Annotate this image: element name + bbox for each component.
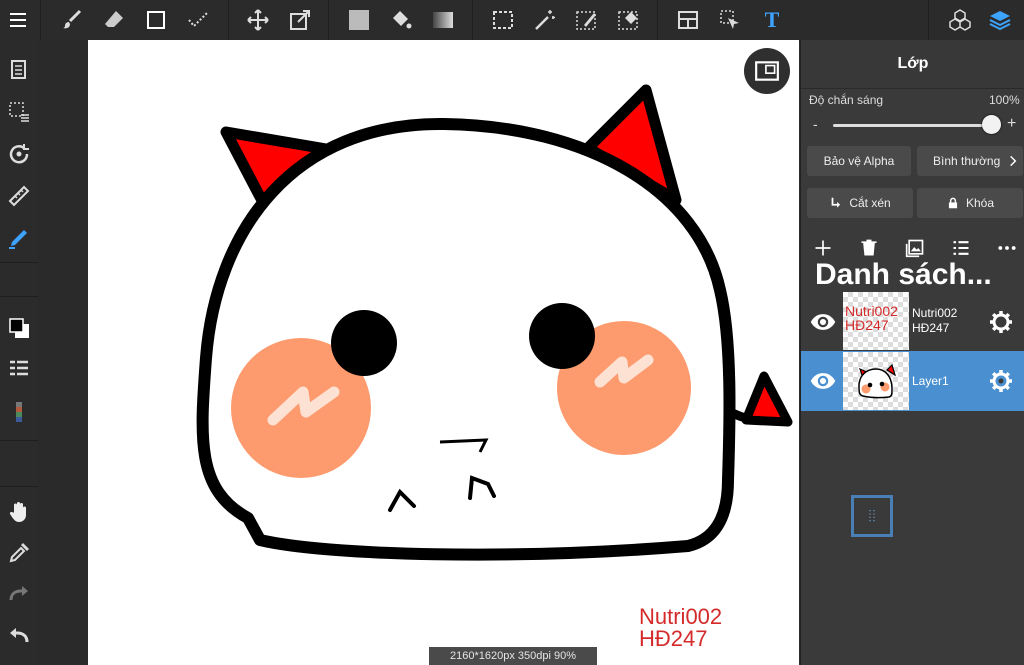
rectangle-select-icon[interactable] (487, 4, 519, 36)
opacity-value: 100% (989, 93, 1020, 107)
layer-list-icon[interactable] (3, 353, 35, 385)
clip-arrow-icon (831, 197, 841, 208)
layer-thumbnail (843, 352, 909, 410)
left-divider (0, 440, 38, 441)
gradient-icon[interactable] (427, 4, 459, 36)
left-divider (0, 486, 38, 487)
paint-bucket-icon[interactable] (385, 4, 417, 36)
devil-mascot-artwork (196, 84, 793, 561)
opacity-decrease-button[interactable]: - (813, 116, 818, 132)
panel-title: Lớp (801, 40, 1024, 89)
mascot-thumbnail (858, 363, 897, 399)
chevron-right-icon (1010, 155, 1017, 167)
blend-mode-label: Bình thường (933, 154, 1001, 168)
operation-cursor-icon[interactable] (714, 4, 746, 36)
trash-icon[interactable] (857, 236, 881, 260)
layer-name: Nutri002 HĐ247 (912, 306, 958, 335)
dotted-line-icon[interactable] (182, 4, 214, 36)
select-eraser-icon[interactable] (613, 4, 645, 36)
eraser-icon[interactable] (98, 4, 130, 36)
watermark-signature: Nutri002 HĐ247 (639, 604, 723, 651)
fill-square-icon[interactable] (343, 4, 375, 36)
tail-tip (741, 371, 793, 427)
palette-icon[interactable] (3, 396, 35, 428)
right-eye (529, 303, 595, 369)
more-options-icon[interactable] (995, 236, 1019, 260)
canvas-status-bar: 2160*1620px 350dpi 90% (429, 647, 597, 665)
left-divider (0, 296, 38, 297)
toolbar-divider (472, 0, 473, 40)
left-toolbar (0, 40, 38, 665)
empty-layer-slot[interactable] (851, 495, 893, 537)
lock-icon (948, 197, 958, 209)
list-icon[interactable] (949, 236, 973, 260)
opacity-label: Độ chắn sáng (809, 93, 884, 107)
opacity-slider-handle[interactable] (981, 115, 1001, 134)
left-divider (0, 262, 38, 263)
color-swatch-icon[interactable] (3, 312, 35, 344)
lock-label: Khóa (965, 196, 995, 210)
magic-wand-icon[interactable] (529, 4, 561, 36)
3d-cubes-icon[interactable] (944, 4, 976, 36)
layer-list-heading: Danh sách... (815, 258, 992, 291)
toolbar-divider (40, 0, 41, 40)
toolbar-divider (657, 0, 658, 40)
layer-row-nutri[interactable]: Nutri002 HĐ247 Nutri002 HĐ247 (801, 292, 1024, 353)
navigator-toggle-button[interactable] (744, 48, 790, 94)
selection-list-icon[interactable] (3, 96, 35, 128)
snap-pen-icon[interactable] (3, 222, 35, 254)
eye-icon[interactable] (807, 367, 839, 395)
layer-panel: Lớp Độ chắn sáng 100% - + Bảo vệ Alpha B… (800, 40, 1024, 665)
pages-icon[interactable] (3, 54, 35, 86)
text-icon[interactable]: T (756, 4, 788, 36)
lock-button[interactable]: Khóa (917, 188, 1023, 218)
canvas-margin (38, 40, 88, 665)
toolbar-divider (928, 0, 929, 40)
ruler-icon[interactable] (3, 180, 35, 212)
gear-icon[interactable] (987, 367, 1015, 395)
alpha-protect-label: Bảo vệ Alpha (823, 154, 895, 168)
clipping-label: Cắt xén (849, 196, 891, 210)
grip-dots-icon (869, 510, 875, 522)
layers-icon[interactable] (984, 4, 1016, 36)
clipping-button[interactable]: Cắt xén (807, 188, 913, 218)
move-icon[interactable] (242, 4, 274, 36)
eyedropper-icon[interactable] (3, 537, 35, 569)
thumbnail-text: Nutri002 HĐ247 (845, 303, 898, 333)
hand-icon[interactable] (3, 496, 35, 528)
brush-icon[interactable] (56, 4, 88, 36)
redo-icon[interactable] (3, 578, 35, 610)
image-layer-icon[interactable] (903, 236, 927, 260)
window-icon (755, 61, 779, 81)
drawing-canvas[interactable]: Nutri002 HĐ247 2160*1620px 350dpi 90% (88, 40, 799, 665)
layer-name: Layer1 (912, 374, 949, 388)
text-tool-label: T (764, 7, 780, 32)
select-pen-icon[interactable] (571, 4, 603, 36)
rotate-icon[interactable] (3, 138, 35, 170)
layer-thumbnail: Nutri002 HĐ247 (843, 292, 909, 350)
add-layer-icon[interactable] (811, 236, 835, 260)
frame-divider-icon[interactable] (672, 4, 704, 36)
gear-icon[interactable] (987, 308, 1015, 336)
rectangle-shape-icon[interactable] (140, 4, 172, 36)
opacity-slider[interactable] (833, 124, 991, 127)
toolbar-divider (228, 0, 229, 40)
layer-row-layer1[interactable]: Layer1 (801, 351, 1024, 411)
opacity-increase-button[interactable]: + (1007, 115, 1016, 133)
alpha-protect-button[interactable]: Bảo vệ Alpha (807, 146, 911, 176)
undo-icon[interactable] (3, 620, 35, 652)
toolbar-divider (328, 0, 329, 40)
left-eye (331, 310, 397, 376)
blend-mode-button[interactable]: Bình thường (917, 146, 1023, 176)
menu-icon[interactable] (2, 4, 34, 36)
transform-icon[interactable] (284, 4, 316, 36)
top-toolbar: T (0, 0, 1024, 41)
eye-icon[interactable] (807, 308, 839, 336)
